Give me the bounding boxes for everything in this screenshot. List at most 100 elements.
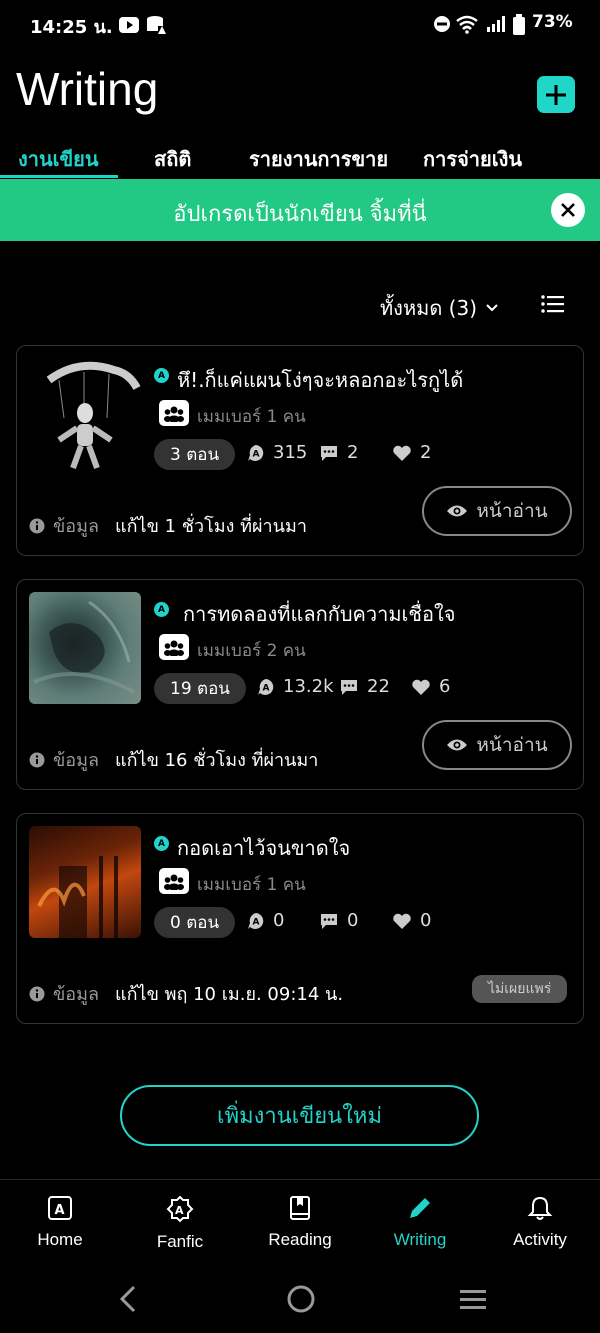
story-type-badge: A	[154, 602, 169, 617]
comments-count: 22	[367, 676, 390, 697]
story-title: การทดลองที่แลกกับความเชื่อใจ	[183, 602, 456, 626]
banner-close-button[interactable]	[551, 193, 585, 227]
nav-writing[interactable]: Writing	[360, 1195, 480, 1250]
story-info-row[interactable]: ข้อมูล แก้ไข 16 ชั่วโมง ที่ผ่านมา	[29, 745, 318, 774]
heart-icon	[393, 913, 411, 929]
members-icon	[159, 868, 189, 894]
comments-stat: 0	[319, 910, 358, 931]
chapters-count: 0 ตอน	[154, 907, 236, 938]
edited-time: แก้ไข 1 ชั่วโมง ที่ผ่านมา	[115, 516, 307, 537]
add-story-button[interactable]	[537, 76, 575, 113]
nav-fanfic[interactable]: A Fanfic	[120, 1195, 240, 1252]
views-stat: A 0	[247, 910, 284, 931]
info-label: ข้อมูล	[53, 984, 100, 1005]
tab-sales-report[interactable]: รายงานการขาย	[249, 143, 388, 175]
views-count: 315	[273, 442, 308, 463]
story-cover	[29, 592, 141, 704]
recents-icon[interactable]	[458, 1284, 488, 1314]
nav-label: Activity	[513, 1230, 567, 1249]
signal-icon	[487, 16, 505, 32]
story-card[interactable]: A หึ!.ก็แค่แผนโง่ๆจะหลอกอะไรกูได้ เมมเบอ…	[16, 345, 584, 556]
bottom-navigation: A Home A Fanfic Reading Writing Activity	[0, 1179, 600, 1274]
story-title: กอดเอาไว้จนขาดใจ	[177, 836, 351, 860]
nav-activity[interactable]: Activity	[480, 1195, 600, 1250]
likes-stat: 2	[392, 442, 431, 463]
tab-writing[interactable]: งานเขียน	[18, 143, 99, 175]
reader-view-label: หน้าอ่าน	[476, 500, 548, 522]
comments-stat: 2	[319, 442, 358, 463]
comments-stat: 22	[339, 676, 390, 697]
reader-view-label: หน้าอ่าน	[476, 734, 548, 756]
upgrade-banner[interactable]: อัปเกรดเป็นนักเขียน จิ้มที่นี่	[0, 179, 600, 241]
battery-level: 73%	[532, 12, 573, 32]
svg-text:A: A	[175, 1204, 184, 1217]
story-cover	[29, 358, 141, 470]
comment-icon	[321, 913, 337, 929]
tab-payments[interactable]: การจ่ายเงิน	[423, 143, 522, 175]
info-icon	[29, 752, 45, 767]
dnd-icon	[434, 16, 450, 32]
banner-text: อัปเกรดเป็นนักเขียน จิ้มที่นี่	[173, 202, 427, 227]
comments-count: 0	[347, 910, 359, 931]
story-card[interactable]: A กอดเอาไว้จนขาดใจ เมมเบอร์ 1 คน 0 ตอน A…	[16, 813, 584, 1024]
views-count: 0	[273, 910, 285, 931]
comments-count: 2	[347, 442, 359, 463]
views-icon: A	[248, 912, 264, 929]
home-icon: A	[48, 1196, 72, 1220]
info-label: ข้อมูล	[53, 516, 100, 537]
nav-reading[interactable]: Reading	[240, 1195, 360, 1250]
story-info-row[interactable]: ข้อมูล แก้ไข พฤ 10 เม.ย. 09:14 น.	[29, 979, 343, 1008]
views-icon: A	[258, 678, 274, 695]
views-stat: A 315	[247, 442, 307, 463]
storage-icon	[147, 16, 166, 34]
views-icon: A	[248, 444, 264, 461]
likes-count: 0	[420, 910, 432, 931]
svg-text:A: A	[263, 683, 270, 693]
members-count: เมมเบอร์ 1 คน	[197, 875, 306, 895]
story-cover	[29, 826, 141, 938]
likes-count: 6	[439, 676, 451, 697]
filter-label: ทั้งหมด (3)	[380, 296, 477, 320]
comment-icon	[341, 679, 357, 695]
nav-label: Fanfic	[156, 1232, 204, 1251]
views-count: 13.2k	[283, 676, 334, 697]
story-info-row[interactable]: ข้อมูล แก้ไข 1 ชั่วโมง ที่ผ่านมา	[29, 511, 307, 540]
back-icon[interactable]	[116, 1284, 140, 1314]
list-view-icon[interactable]	[541, 294, 565, 314]
chapters-count: 3 ตอน	[154, 439, 236, 470]
heart-icon	[393, 445, 411, 461]
new-writing-button[interactable]: เพิ่มงานเขียนใหม่	[120, 1085, 479, 1146]
chapters-count: 19 ตอน	[154, 673, 246, 704]
bell-icon	[527, 1196, 553, 1220]
eye-icon	[447, 739, 468, 751]
wifi-icon	[456, 15, 478, 34]
edited-time: แก้ไข 16 ชั่วโมง ที่ผ่านมา	[115, 750, 319, 771]
close-icon	[561, 203, 575, 217]
home-circle-icon[interactable]	[286, 1284, 316, 1314]
plus-icon	[546, 84, 566, 105]
reader-view-button[interactable]: หน้าอ่าน	[422, 720, 572, 770]
story-card[interactable]: A การทดลองที่แลกกับความเชื่อใจ เมมเบอร์ …	[16, 579, 584, 790]
nav-home[interactable]: A Home	[0, 1195, 120, 1250]
reader-view-button[interactable]: หน้าอ่าน	[422, 486, 572, 536]
active-tab-indicator	[0, 175, 118, 178]
nav-label: Home	[37, 1230, 83, 1249]
filter-dropdown[interactable]: ทั้งหมด (3)	[380, 292, 499, 324]
pencil-icon	[410, 1198, 430, 1218]
story-type-badge: A	[154, 368, 169, 383]
eye-icon	[447, 505, 468, 517]
members-icon	[159, 634, 189, 660]
info-icon	[29, 518, 45, 533]
tab-statistics[interactable]: สถิติ	[154, 143, 191, 175]
members-count: เมมเบอร์ 1 คน	[197, 407, 306, 427]
likes-count: 2	[420, 442, 432, 463]
info-label: ข้อมูล	[53, 750, 100, 771]
heart-icon	[412, 679, 430, 695]
comment-icon	[321, 445, 337, 461]
page-title: Writing	[16, 63, 159, 115]
svg-text:A: A	[55, 1203, 65, 1218]
fanfic-icon: A	[166, 1195, 194, 1223]
nav-label: Reading	[268, 1230, 332, 1249]
likes-stat: 0	[392, 910, 431, 931]
svg-text:A: A	[253, 449, 260, 459]
